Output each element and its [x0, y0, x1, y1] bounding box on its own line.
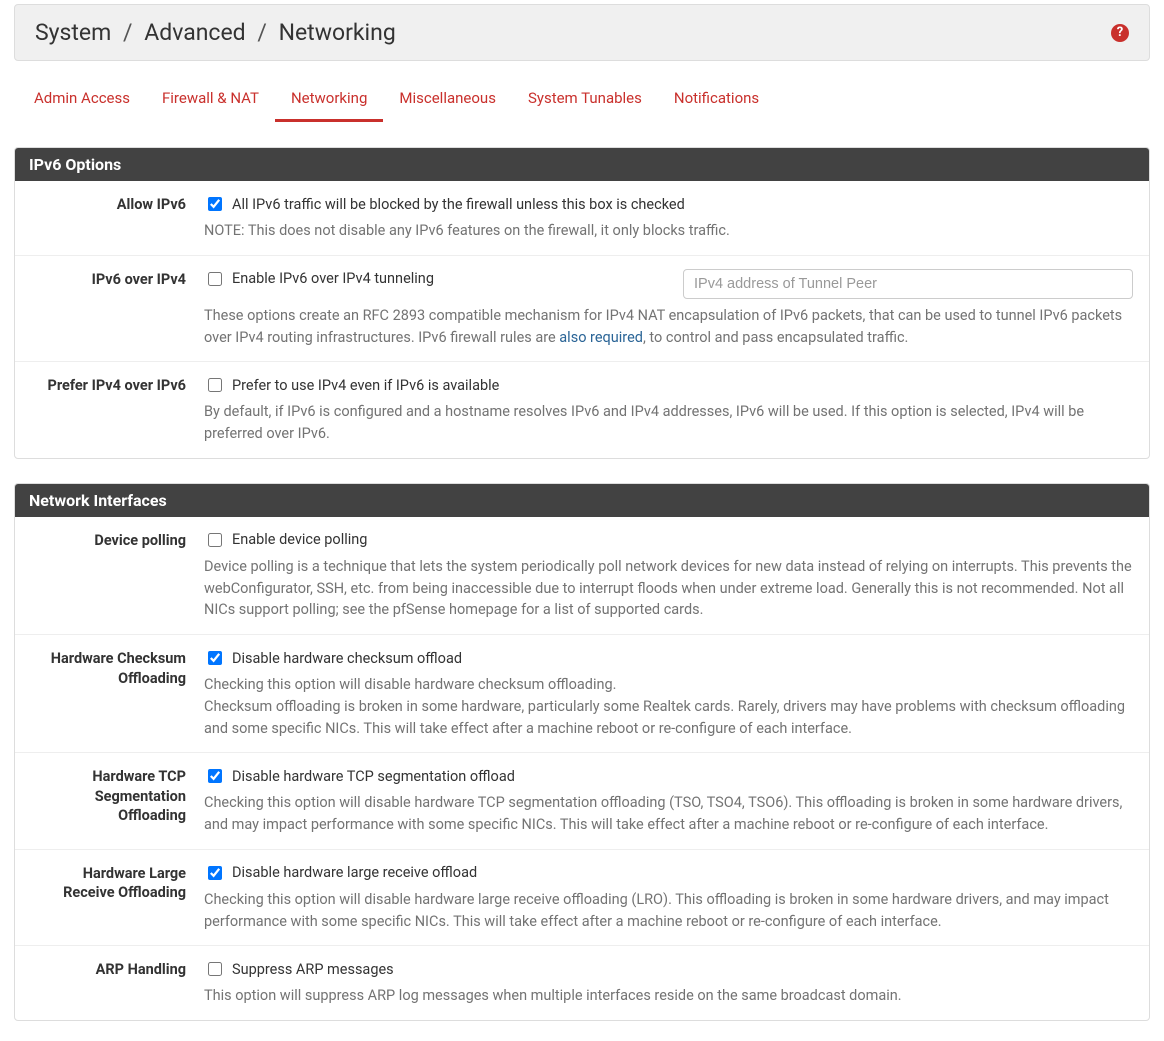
- checkbox-label-hw-tso: Disable hardware TCP segmentation offloa…: [232, 768, 515, 785]
- checkbox-prefer-ipv4[interactable]: [208, 378, 222, 392]
- help-arp: This option will suppress ARP log messag…: [204, 985, 1135, 1007]
- tab-notifications[interactable]: Notifications: [658, 79, 775, 122]
- checkbox-ipv6-over-ipv4[interactable]: [208, 272, 222, 286]
- checkbox-allow-ipv6[interactable]: [208, 197, 222, 211]
- checkbox-label-device-polling: Enable device polling: [232, 531, 367, 548]
- label-prefer-ipv4: Prefer IPv4 over IPv6: [29, 375, 204, 396]
- row-hw-tso: Hardware TCP Segmentation Offloading Dis…: [15, 752, 1149, 849]
- tab-bar: Admin Access Firewall & NAT Networking M…: [14, 61, 1150, 123]
- help-ipv6-over-ipv4: These options create an RFC 2893 compati…: [204, 305, 1135, 349]
- checkbox-wrap-hw-tso[interactable]: Disable hardware TCP segmentation offloa…: [204, 766, 1135, 786]
- label-hw-tso: Hardware TCP Segmentation Offloading: [29, 766, 204, 826]
- checkbox-wrap-ipv6-over-ipv4[interactable]: Enable IPv6 over IPv4 tunneling: [204, 269, 653, 289]
- breadcrumb-separator: /: [117, 19, 139, 46]
- breadcrumb-item-networking[interactable]: Networking: [279, 19, 396, 46]
- breadcrumb: System / Advanced / Networking: [35, 19, 396, 46]
- help-device-polling: Device polling is a technique that lets …: [204, 556, 1135, 621]
- label-ipv6-over-ipv4: IPv6 over IPv4: [29, 269, 204, 290]
- row-ipv6-over-ipv4: IPv6 over IPv4 Enable IPv6 over IPv4 tun…: [15, 255, 1149, 362]
- label-hw-checksum: Hardware Checksum Offloading: [29, 648, 204, 688]
- row-device-polling: Device polling Enable device polling Dev…: [15, 517, 1149, 634]
- checkbox-label-hw-checksum: Disable hardware checksum offload: [232, 650, 462, 667]
- checkbox-wrap-device-polling[interactable]: Enable device polling: [204, 530, 1135, 550]
- tab-miscellaneous[interactable]: Miscellaneous: [383, 79, 512, 122]
- panel-header-ipv6: IPv6 Options: [15, 148, 1149, 181]
- panel-network-interfaces: Network Interfaces Device polling Enable…: [14, 483, 1150, 1021]
- checkbox-wrap-hw-checksum[interactable]: Disable hardware checksum offload: [204, 648, 1135, 668]
- checkbox-arp[interactable]: [208, 962, 222, 976]
- row-hw-checksum: Hardware Checksum Offloading Disable har…: [15, 634, 1149, 752]
- help-allow-ipv6: NOTE: This does not disable any IPv6 fea…: [204, 220, 1135, 242]
- checkbox-hw-tso[interactable]: [208, 769, 222, 783]
- row-hw-lro: Hardware Large Receive Offloading Disabl…: [15, 849, 1149, 946]
- checkbox-wrap-prefer-ipv4[interactable]: Prefer to use IPv4 even if IPv6 is avail…: [204, 375, 1135, 395]
- breadcrumb-item-system[interactable]: System: [35, 19, 111, 46]
- tab-firewall-nat[interactable]: Firewall & NAT: [146, 79, 275, 122]
- row-allow-ipv6: Allow IPv6 All IPv6 traffic will be bloc…: [15, 181, 1149, 255]
- checkbox-wrap-allow-ipv6[interactable]: All IPv6 traffic will be blocked by the …: [204, 194, 1135, 214]
- row-prefer-ipv4: Prefer IPv4 over IPv6 Prefer to use IPv4…: [15, 361, 1149, 458]
- label-allow-ipv6: Allow IPv6: [29, 194, 204, 215]
- checkbox-label-hw-lro: Disable hardware large receive offload: [232, 864, 477, 881]
- tab-system-tunables[interactable]: System Tunables: [512, 79, 658, 122]
- label-hw-lro: Hardware Large Receive Offloading: [29, 863, 204, 903]
- breadcrumb-separator: /: [251, 19, 273, 46]
- help-hw-tso: Checking this option will disable hardwa…: [204, 792, 1135, 836]
- checkbox-device-polling[interactable]: [208, 533, 222, 547]
- page-header: System / Advanced / Networking ?: [14, 4, 1150, 61]
- help-hw-checksum: Checking this option will disable hardwa…: [204, 674, 1135, 739]
- row-arp-handling: ARP Handling Suppress ARP messages This …: [15, 945, 1149, 1020]
- checkbox-hw-lro[interactable]: [208, 866, 222, 880]
- help-prefer-ipv4: By default, if IPv6 is configured and a …: [204, 401, 1135, 445]
- label-device-polling: Device polling: [29, 530, 204, 551]
- checkbox-wrap-arp[interactable]: Suppress ARP messages: [204, 959, 1135, 979]
- help-text-post: , to control and pass encapsulated traff…: [643, 329, 908, 346]
- label-arp-handling: ARP Handling: [29, 959, 204, 980]
- panel-header-network-interfaces: Network Interfaces: [15, 484, 1149, 517]
- input-tunnel-peer-address[interactable]: [683, 269, 1133, 299]
- help-hw-lro: Checking this option will disable hardwa…: [204, 889, 1135, 933]
- help-hw-checksum-line2: Checksum offloading is broken in some ha…: [204, 698, 1125, 737]
- checkbox-label-ipv6-over-ipv4: Enable IPv6 over IPv4 tunneling: [232, 270, 434, 287]
- link-also-required[interactable]: also required: [559, 329, 643, 346]
- tab-networking[interactable]: Networking: [275, 79, 383, 122]
- checkbox-label-allow-ipv6: All IPv6 traffic will be blocked by the …: [232, 196, 685, 213]
- checkbox-label-arp: Suppress ARP messages: [232, 961, 394, 978]
- breadcrumb-item-advanced[interactable]: Advanced: [144, 19, 245, 46]
- checkbox-wrap-hw-lro[interactable]: Disable hardware large receive offload: [204, 863, 1135, 883]
- tab-admin-access[interactable]: Admin Access: [18, 79, 146, 122]
- checkbox-hw-checksum[interactable]: [208, 651, 222, 665]
- panel-ipv6-options: IPv6 Options Allow IPv6 All IPv6 traffic…: [14, 147, 1150, 459]
- checkbox-label-prefer-ipv4: Prefer to use IPv4 even if IPv6 is avail…: [232, 377, 499, 394]
- help-icon[interactable]: ?: [1111, 24, 1129, 42]
- help-hw-checksum-line1: Checking this option will disable hardwa…: [204, 676, 616, 693]
